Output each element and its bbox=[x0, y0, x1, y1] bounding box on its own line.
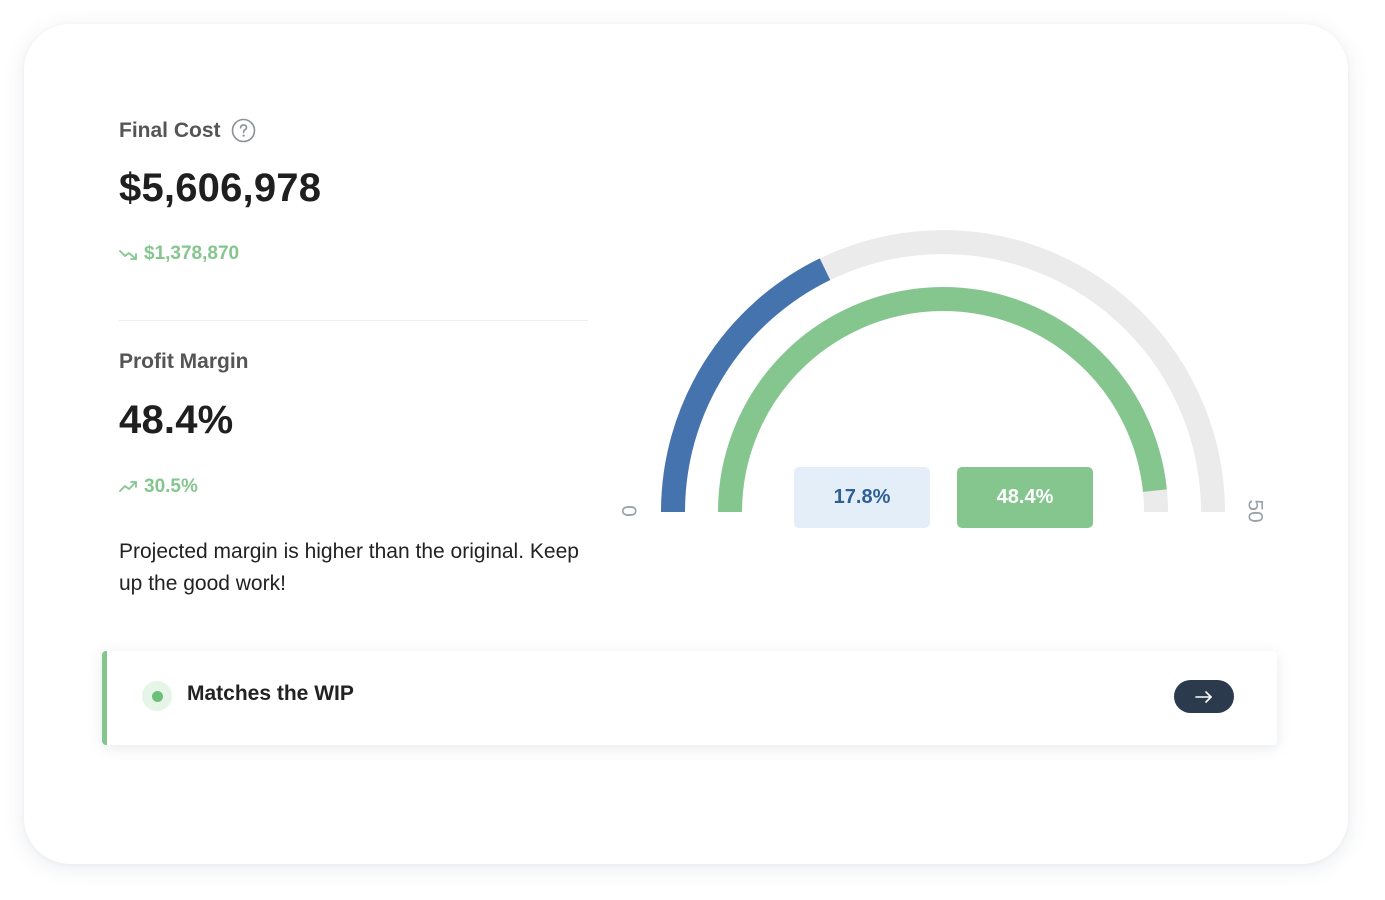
status-text: Matches the WIP bbox=[187, 682, 354, 705]
question-circle-icon[interactable] bbox=[231, 118, 256, 143]
margin-gauge bbox=[661, 230, 1225, 513]
profit-margin-label: Profit Margin bbox=[119, 350, 249, 373]
trending-down-icon bbox=[119, 250, 137, 260]
status-accent-bar bbox=[102, 651, 107, 745]
final-cost-label: Final Cost bbox=[119, 118, 221, 142]
final-cost-delta: $1,378,870 bbox=[119, 243, 239, 265]
final-cost-label-row: Final Cost bbox=[119, 118, 256, 143]
margin-message: Projected margin is higher than the orig… bbox=[119, 540, 579, 595]
gauge-max-label: 50 bbox=[1243, 499, 1267, 523]
trending-up-icon bbox=[119, 481, 137, 492]
status-dot-icon bbox=[142, 681, 172, 711]
status-action-button[interactable] bbox=[1174, 680, 1234, 713]
profit-margin-delta: 30.5% bbox=[119, 476, 198, 498]
projected-margin-badge: 48.4% bbox=[957, 467, 1093, 528]
section-divider bbox=[119, 320, 588, 321]
gauge-min-label: 0 bbox=[616, 505, 640, 517]
profit-margin-delta-value: 30.5% bbox=[144, 476, 198, 497]
profit-margin-value: 48.4% bbox=[119, 398, 234, 442]
final-cost-delta-value: $1,378,870 bbox=[144, 243, 240, 264]
arrow-right-icon bbox=[1195, 690, 1212, 703]
profit-margin-label-row: Profit Margin bbox=[119, 350, 249, 374]
final-cost-value: $5,606,978 bbox=[119, 166, 322, 210]
gauge-outer-track bbox=[661, 230, 1225, 513]
wip-status-bar: Matches the WIP bbox=[102, 651, 1277, 745]
original-margin-badge: 17.8% bbox=[794, 467, 930, 528]
